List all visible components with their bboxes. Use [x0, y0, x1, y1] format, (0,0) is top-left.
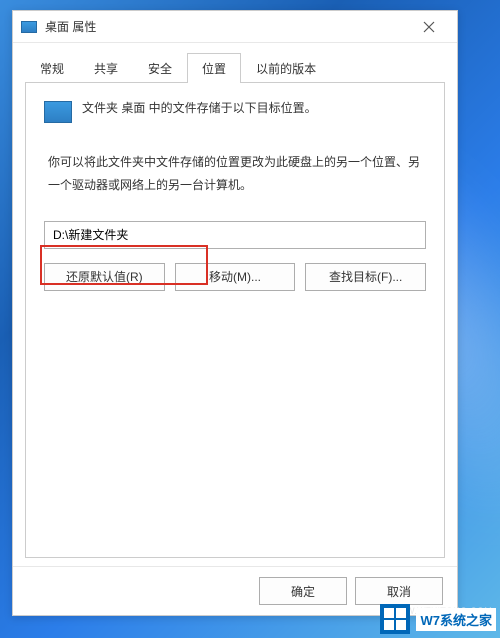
- window-title: 桌面 属性: [45, 18, 409, 35]
- description-text: 你可以将此文件夹中文件存储的位置更改为此硬盘上的另一个位置、另一个驱动器或网络上…: [48, 151, 426, 197]
- move-button[interactable]: 移动(M)...: [175, 263, 296, 291]
- path-input[interactable]: [44, 221, 426, 249]
- watermark-text: W7系统之家: [416, 608, 496, 631]
- ok-button[interactable]: 确定: [259, 577, 347, 605]
- close-button[interactable]: [409, 13, 449, 41]
- desktop-icon: [21, 21, 37, 33]
- titlebar: 桌面 属性: [13, 11, 457, 43]
- watermark: W7系统之家: [380, 604, 496, 634]
- tab-location[interactable]: 位置: [187, 53, 241, 83]
- folder-icon: [44, 101, 72, 123]
- close-icon: [423, 21, 435, 33]
- tab-sharing[interactable]: 共享: [79, 53, 133, 83]
- intro-text: 文件夹 桌面 中的文件存储于以下目标位置。: [82, 99, 426, 118]
- find-target-button[interactable]: 查找目标(F)...: [305, 263, 426, 291]
- tab-content: 文件夹 桌面 中的文件存储于以下目标位置。 你可以将此文件夹中文件存储的位置更改…: [25, 82, 445, 558]
- intro-row: 文件夹 桌面 中的文件存储于以下目标位置。: [44, 99, 426, 123]
- cancel-button[interactable]: 取消: [355, 577, 443, 605]
- tab-security[interactable]: 安全: [133, 53, 187, 83]
- restore-defaults-button[interactable]: 还原默认值(R): [44, 263, 165, 291]
- tab-strip: 常规 共享 安全 位置 以前的版本: [13, 43, 457, 83]
- tab-previous-versions[interactable]: 以前的版本: [241, 53, 331, 83]
- action-button-row: 还原默认值(R) 移动(M)... 查找目标(F)...: [44, 263, 426, 291]
- properties-dialog: 桌面 属性 常规 共享 安全 位置 以前的版本 文件夹 桌面 中的文件存储于以下…: [12, 10, 458, 616]
- watermark-logo-icon: [380, 604, 410, 634]
- tab-general[interactable]: 常规: [25, 53, 79, 83]
